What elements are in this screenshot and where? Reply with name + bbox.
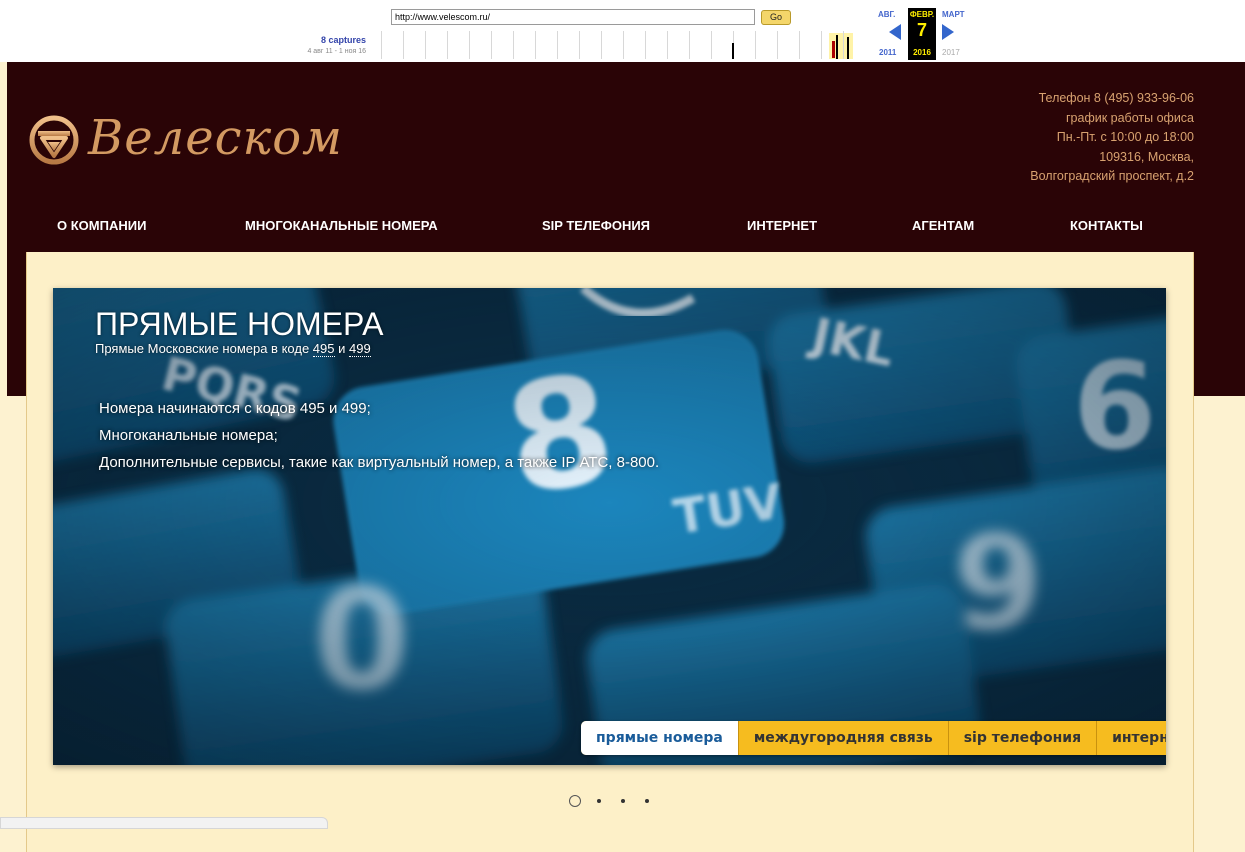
nav-item-about[interactable]: О КОМПАНИИ [57, 218, 146, 233]
slider-dot[interactable] [593, 795, 605, 807]
wayback-capture-range: 4 авг 11 - 1 ноя 16 [307, 48, 366, 55]
wayback-timeline[interactable] [381, 31, 854, 59]
slider-tab-internet[interactable]: интернет [1096, 721, 1166, 755]
timeline-capture-mark[interactable] [847, 37, 849, 59]
slider-dot[interactable] [569, 795, 581, 807]
timeline-divider [777, 31, 778, 59]
timeline-capture-mark[interactable] [836, 35, 838, 59]
wayback-next-month[interactable]: МАРТ [942, 10, 965, 19]
slider-dot[interactable] [641, 795, 653, 807]
nav-item-agents[interactable]: АГЕНТАМ [912, 218, 974, 233]
next-capture-arrow-icon[interactable] [942, 24, 954, 40]
nav-item-internet[interactable]: ИНТЕРНЕТ [747, 218, 817, 233]
logo-text: Велеском [88, 110, 343, 166]
timeline-divider [425, 31, 426, 59]
timeline-divider [711, 31, 712, 59]
wayback-current-month-label: ФЕВР. [909, 10, 935, 19]
timeline-divider [843, 31, 844, 59]
timeline-divider [403, 31, 404, 59]
timeline-divider [799, 31, 800, 59]
main-nav: О КОМПАНИИ МНОГОКАНАЛЬНЫЕ НОМЕРА SIP ТЕЛ… [7, 218, 1245, 238]
contact-info: Телефон 8 (495) 933-96-06 график работы … [1030, 89, 1194, 187]
timeline-divider [491, 31, 492, 59]
contact-city: 109316, Москва, [1099, 149, 1194, 164]
wayback-prev-month[interactable]: АВГ. [878, 10, 895, 19]
slider-dot[interactable] [617, 795, 629, 807]
slide-subtitle-code-495[interactable]: 495 [312, 341, 335, 357]
slide-subtitle: Прямые Московские номера в коде 495 и 49… [95, 341, 371, 357]
prev-capture-arrow-icon[interactable] [889, 24, 901, 40]
timeline-divider [557, 31, 558, 59]
slider-tab-sip[interactable]: sip телефония [947, 721, 1096, 755]
contact-address: Волгоградский проспект, д.2 [1030, 169, 1194, 183]
nav-item-contacts[interactable]: КОНТАКТЫ [1070, 218, 1143, 233]
wayback-url-input[interactable]: http://www.velescom.ru/ [391, 9, 755, 25]
wayback-toolbar: http://www.velescom.ru/ Go 8 captures 4 … [0, 0, 1245, 62]
timeline-capture-mark[interactable] [732, 43, 734, 59]
contact-hours-label: график работы офиса [1065, 110, 1194, 125]
nav-item-multichannel[interactable]: МНОГОКАНАЛЬНЫЕ НОМЕРА [245, 218, 438, 233]
slider-tab-direct-numbers[interactable]: прямые номера [581, 721, 738, 755]
timeline-divider [623, 31, 624, 59]
timeline-divider [645, 31, 646, 59]
contact-hours: Пн.-Пт. с 10:00 до 18:00 [1056, 130, 1194, 144]
wayback-calendar: АВГ. ФЕВР. 7 2016 МАРТ 2011 2017 [875, 8, 985, 60]
timeline-divider [667, 31, 668, 59]
timeline-divider [447, 31, 448, 59]
hero-slider[interactable]: 8 TUV JKL PQRS 6 9 0 ПРЯМЫЕ НОМЕРА Прямы… [53, 288, 1166, 765]
contact-phone: Телефон 8 (495) 933-96-06 [1038, 91, 1194, 105]
slide-line: Номера начинаются с кодов 495 и 499; [99, 400, 371, 417]
timeline-divider [689, 31, 690, 59]
wayback-current-day: 7 [916, 20, 927, 40]
timeline-divider [513, 31, 514, 59]
slider-tab-long-distance[interactable]: междугородняя связь [737, 721, 948, 755]
timeline-divider [535, 31, 536, 59]
keypad-background-image: 8 TUV JKL PQRS 6 9 0 [53, 288, 1166, 765]
slider-tabs: прямые номера междугородняя связь sip те… [581, 721, 1166, 755]
slide-line: Многоканальные номера; [99, 427, 278, 444]
nav-item-sip[interactable]: SIP ТЕЛЕФОНИЯ [542, 218, 650, 233]
wayback-next-year: 2017 [942, 48, 960, 57]
wayback-current-year: 2016 [913, 48, 931, 57]
wayback-current-capture-mark [832, 41, 835, 58]
slide-subtitle-code-499[interactable]: 499 [349, 341, 371, 357]
wayback-current-month: ФЕВР. 7 2016 [908, 8, 936, 60]
wayback-captures-link[interactable]: 8 captures [270, 35, 366, 45]
timeline-divider [821, 31, 822, 59]
browser-status-bar [0, 817, 328, 829]
slide-title: ПРЯМЫЕ НОМЕРА [95, 306, 384, 342]
timeline-divider [579, 31, 580, 59]
slide-subtitle-and: и [334, 341, 349, 356]
slider-pagination [569, 795, 665, 807]
wayback-prev-year[interactable]: 2011 [879, 48, 896, 57]
timeline-divider [469, 31, 470, 59]
timeline-divider [755, 31, 756, 59]
slide-subtitle-prefix: Прямые Московские номера в коде [95, 341, 313, 356]
slide-line: Дополнительные сервисы, такие как виртуа… [99, 454, 660, 471]
timeline-divider [601, 31, 602, 59]
logo-emblem-icon [29, 115, 79, 165]
timeline-divider [381, 31, 382, 59]
wayback-go-button[interactable]: Go [761, 10, 791, 25]
